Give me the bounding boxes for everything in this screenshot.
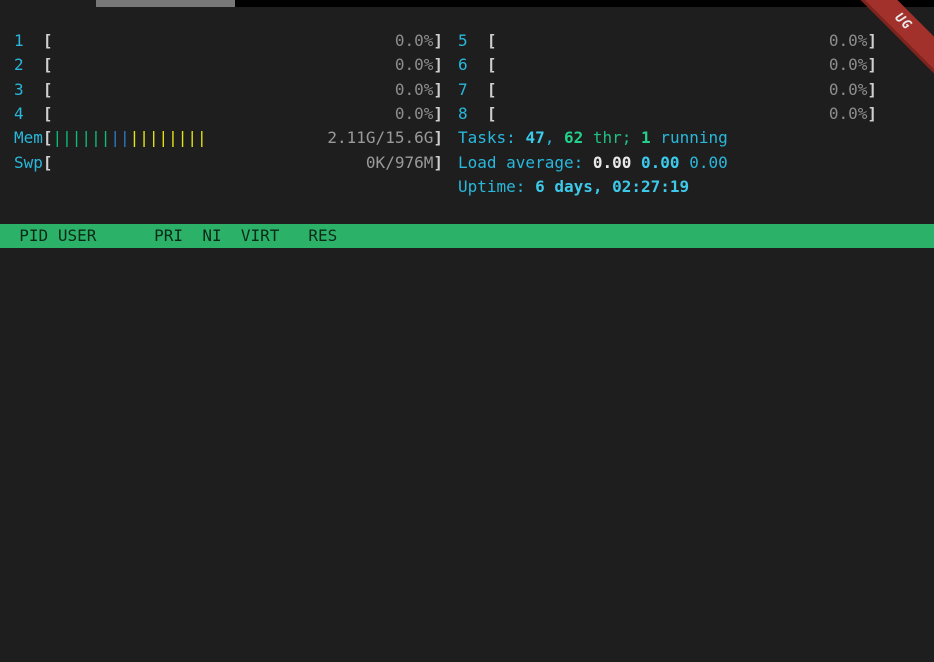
mem-bar-yellow: |||||||| bbox=[130, 128, 207, 147]
load-1min: 0.00 bbox=[593, 153, 632, 172]
cpu-meter-label: 7 bbox=[458, 78, 487, 102]
column-header-pri[interactable]: PRI bbox=[154, 226, 183, 245]
memory-bar: |||||||||||||||| bbox=[53, 126, 328, 150]
swap-meter: Swp[0K/976M] bbox=[14, 151, 443, 175]
running-count: 1 bbox=[641, 128, 651, 147]
memory-label: Mem bbox=[14, 126, 43, 150]
mem-bar-green: |||||| bbox=[53, 128, 111, 147]
threads-count: 62 bbox=[564, 128, 583, 147]
table-header-row[interactable]: PID USER PRI NI VIRT RES bbox=[0, 224, 934, 248]
cpu-meter-2: 2[0.0%] bbox=[14, 53, 443, 77]
cpu-meter-label: 4 bbox=[14, 102, 43, 126]
uptime-line: Uptime: 6 days, 02:27:19 bbox=[458, 175, 877, 199]
cpu-meter-4: 4[0.0%] bbox=[14, 102, 443, 126]
uptime-value: 6 days, 02:27:19 bbox=[535, 177, 689, 196]
column-header-user[interactable]: USER bbox=[58, 226, 145, 245]
mem-bar-blue: || bbox=[110, 128, 129, 147]
cpu-meter-label: 6 bbox=[458, 53, 487, 77]
cpu-meter-value: 0.0% bbox=[395, 102, 434, 126]
cpu-meter-label: 5 bbox=[458, 29, 487, 53]
column-header-pid[interactable]: PID bbox=[0, 226, 48, 245]
load-15min: 0.00 bbox=[689, 153, 728, 172]
cpu-meter-label: 8 bbox=[458, 102, 487, 126]
cpu-meter-8: 8[0.0%] bbox=[458, 102, 877, 126]
window-top-strip bbox=[0, 0, 934, 7]
cpu-meter-label: 1 bbox=[14, 29, 43, 53]
tasks-count: 47 bbox=[525, 128, 544, 147]
cpu-meter-bar bbox=[497, 78, 829, 102]
cpu-meters-left: 1[0.0%]2[0.0%]3[0.0%]4[0.0%] bbox=[14, 29, 443, 126]
cpu-meter-bar bbox=[497, 102, 829, 126]
cpu-meter-bar bbox=[53, 78, 395, 102]
cpu-meter-3: 3[0.0%] bbox=[14, 78, 443, 102]
load-5min: 0.00 bbox=[641, 153, 680, 172]
function-key-bar bbox=[0, 638, 934, 662]
cpu-meter-label: 3 bbox=[14, 78, 43, 102]
load-average-line: Load average: 0.00 0.00 0.00 bbox=[458, 151, 877, 175]
cpu-meter-value: 0.0% bbox=[829, 29, 868, 53]
swap-value: 0K/976M bbox=[366, 151, 433, 175]
cpu-meter-5: 5[0.0%] bbox=[458, 29, 877, 53]
cpu-meter-value: 0.0% bbox=[395, 53, 434, 77]
swap-bar bbox=[53, 151, 366, 175]
cpu-meter-bar bbox=[53, 53, 395, 77]
cpu-meter-bar bbox=[53, 29, 395, 53]
process-table: PID USER PRI NI VIRT RES bbox=[0, 224, 934, 248]
column-header-res[interactable]: RES bbox=[289, 226, 337, 245]
window-drag-handle[interactable] bbox=[96, 0, 235, 7]
swap-label: Swp bbox=[14, 151, 43, 175]
cpu-meter-7: 7[0.0%] bbox=[458, 78, 877, 102]
column-header-virt[interactable]: VIRT bbox=[231, 226, 279, 245]
tasks-line: Tasks: 47, 62 thr; 1 running bbox=[458, 126, 877, 150]
debug-ribbon-label: UG bbox=[892, 10, 915, 33]
cpu-meter-1: 1[0.0%] bbox=[14, 29, 443, 53]
top-strip-black-segment bbox=[235, 0, 934, 7]
cpu-meter-bar bbox=[53, 102, 395, 126]
htop-terminal: UG 1[0.0%]2[0.0%]3[0.0%]4[0.0%] Mem[||||… bbox=[0, 0, 934, 662]
cpu-meter-bar bbox=[497, 53, 829, 77]
cpu-meter-value: 0.0% bbox=[395, 78, 434, 102]
cpu-meters-right: 5[0.0%]6[0.0%]7[0.0%]8[0.0%] bbox=[458, 29, 877, 126]
memory-meter: Mem[||||||||||||||||2.11G/15.6G] bbox=[14, 126, 443, 150]
cpu-meter-value: 0.0% bbox=[395, 29, 434, 53]
cpu-meter-value: 0.0% bbox=[829, 78, 868, 102]
cpu-meter-bar bbox=[497, 29, 829, 53]
cpu-meter-label: 2 bbox=[14, 53, 43, 77]
cpu-meter-value: 0.0% bbox=[829, 102, 868, 126]
cpu-meter-value: 0.0% bbox=[829, 53, 868, 77]
cpu-meter-6: 6[0.0%] bbox=[458, 53, 877, 77]
column-header-ni[interactable]: NI bbox=[193, 226, 222, 245]
memory-value: 2.11G/15.6G bbox=[327, 126, 433, 150]
